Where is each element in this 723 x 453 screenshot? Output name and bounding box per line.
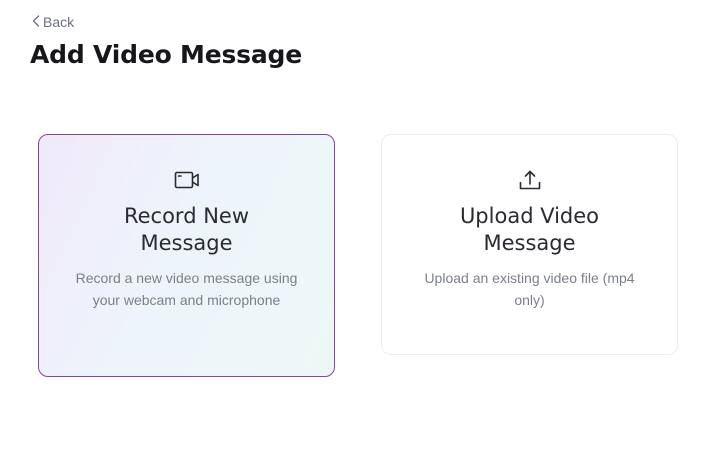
page-title: Add Video Message [30,40,302,69]
record-card-description: Record a new video message using your we… [75,270,298,308]
record-card-title: Record New Message [123,204,250,255]
upload-video-message-card[interactable]: Upload Video Message Upload an existing … [381,134,678,355]
upload-card-description: Upload an existing video file (mp4 only) [424,270,635,308]
upload-icon [517,169,543,191]
back-link[interactable]: Back [32,14,74,30]
upload-card-title: Upload Video Message [459,204,600,255]
video-camera-icon [174,169,200,191]
chevron-left-icon [32,14,40,30]
back-label: Back [43,14,75,30]
record-new-message-card[interactable]: Record New Message Record a new video me… [38,134,335,377]
